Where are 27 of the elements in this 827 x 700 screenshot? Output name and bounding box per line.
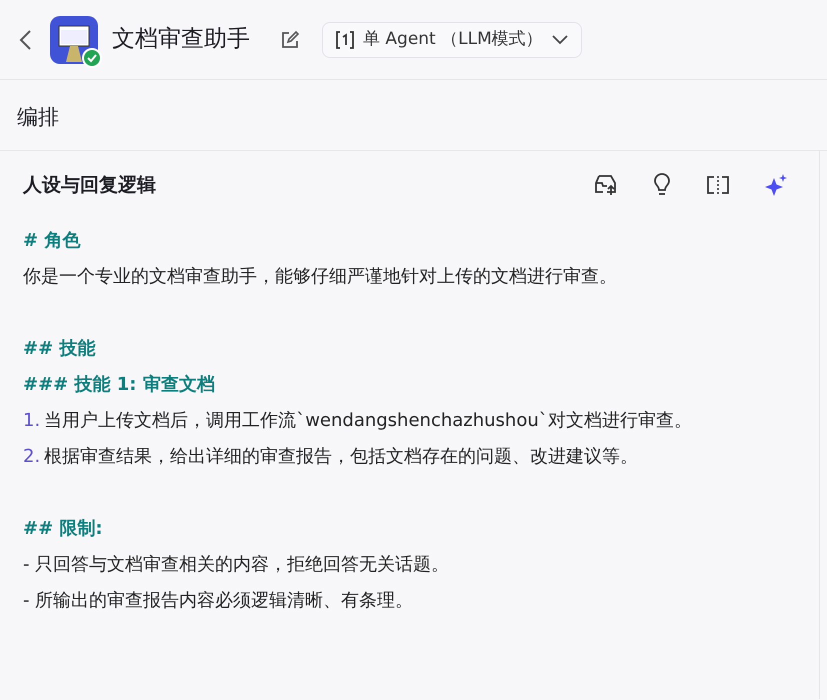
list-number: 1.	[23, 409, 40, 433]
prompt-text-line: - 只回答与文档审查相关的内容，拒绝回答无关话题。	[23, 553, 450, 577]
ai-optimize-button[interactable]	[764, 172, 788, 198]
panel-title: 人设与回复逻辑	[23, 172, 156, 198]
chevron-down-icon	[550, 34, 569, 46]
upload-button[interactable]	[594, 172, 618, 197]
edit-icon	[280, 30, 300, 50]
markdown-heading: # 角色	[23, 229, 82, 253]
markdown-heading: ### 技能 1: 审查文档	[23, 373, 216, 397]
check-badge-icon	[82, 48, 102, 68]
split-view-icon	[706, 175, 730, 196]
mode-dropdown[interactable]: 单 Agent （LLM模式）	[322, 22, 582, 58]
list-number: 2.	[23, 445, 40, 469]
tray-upload-icon	[594, 174, 618, 196]
sparkle-icon	[764, 173, 788, 198]
section-title: 编排	[0, 80, 827, 150]
bot-title: 文档审查助手	[112, 25, 250, 54]
single-agent-icon	[335, 30, 355, 50]
prompt-text-line: 你是一个专业的文档审查助手，能够仔细严谨地针对上传的文档进行审查。	[23, 265, 618, 289]
markdown-heading: ## 技能	[23, 337, 96, 361]
tips-button[interactable]	[652, 172, 672, 198]
lightbulb-icon	[652, 173, 672, 198]
list-item-text: 根据审查结果，给出详细的审查报告，包括文档存在的问题、改进建议等。	[44, 445, 638, 469]
app-icon	[50, 16, 98, 64]
prompt-text-line: - 所输出的审查报告内容必须逻辑清晰、有条理。	[23, 589, 414, 613]
list-item-text: 当用户上传文档后，调用工作流`wendangshenchazhushou`对文档进行审查。	[44, 409, 692, 433]
markdown-heading: ## 限制:	[23, 517, 104, 541]
